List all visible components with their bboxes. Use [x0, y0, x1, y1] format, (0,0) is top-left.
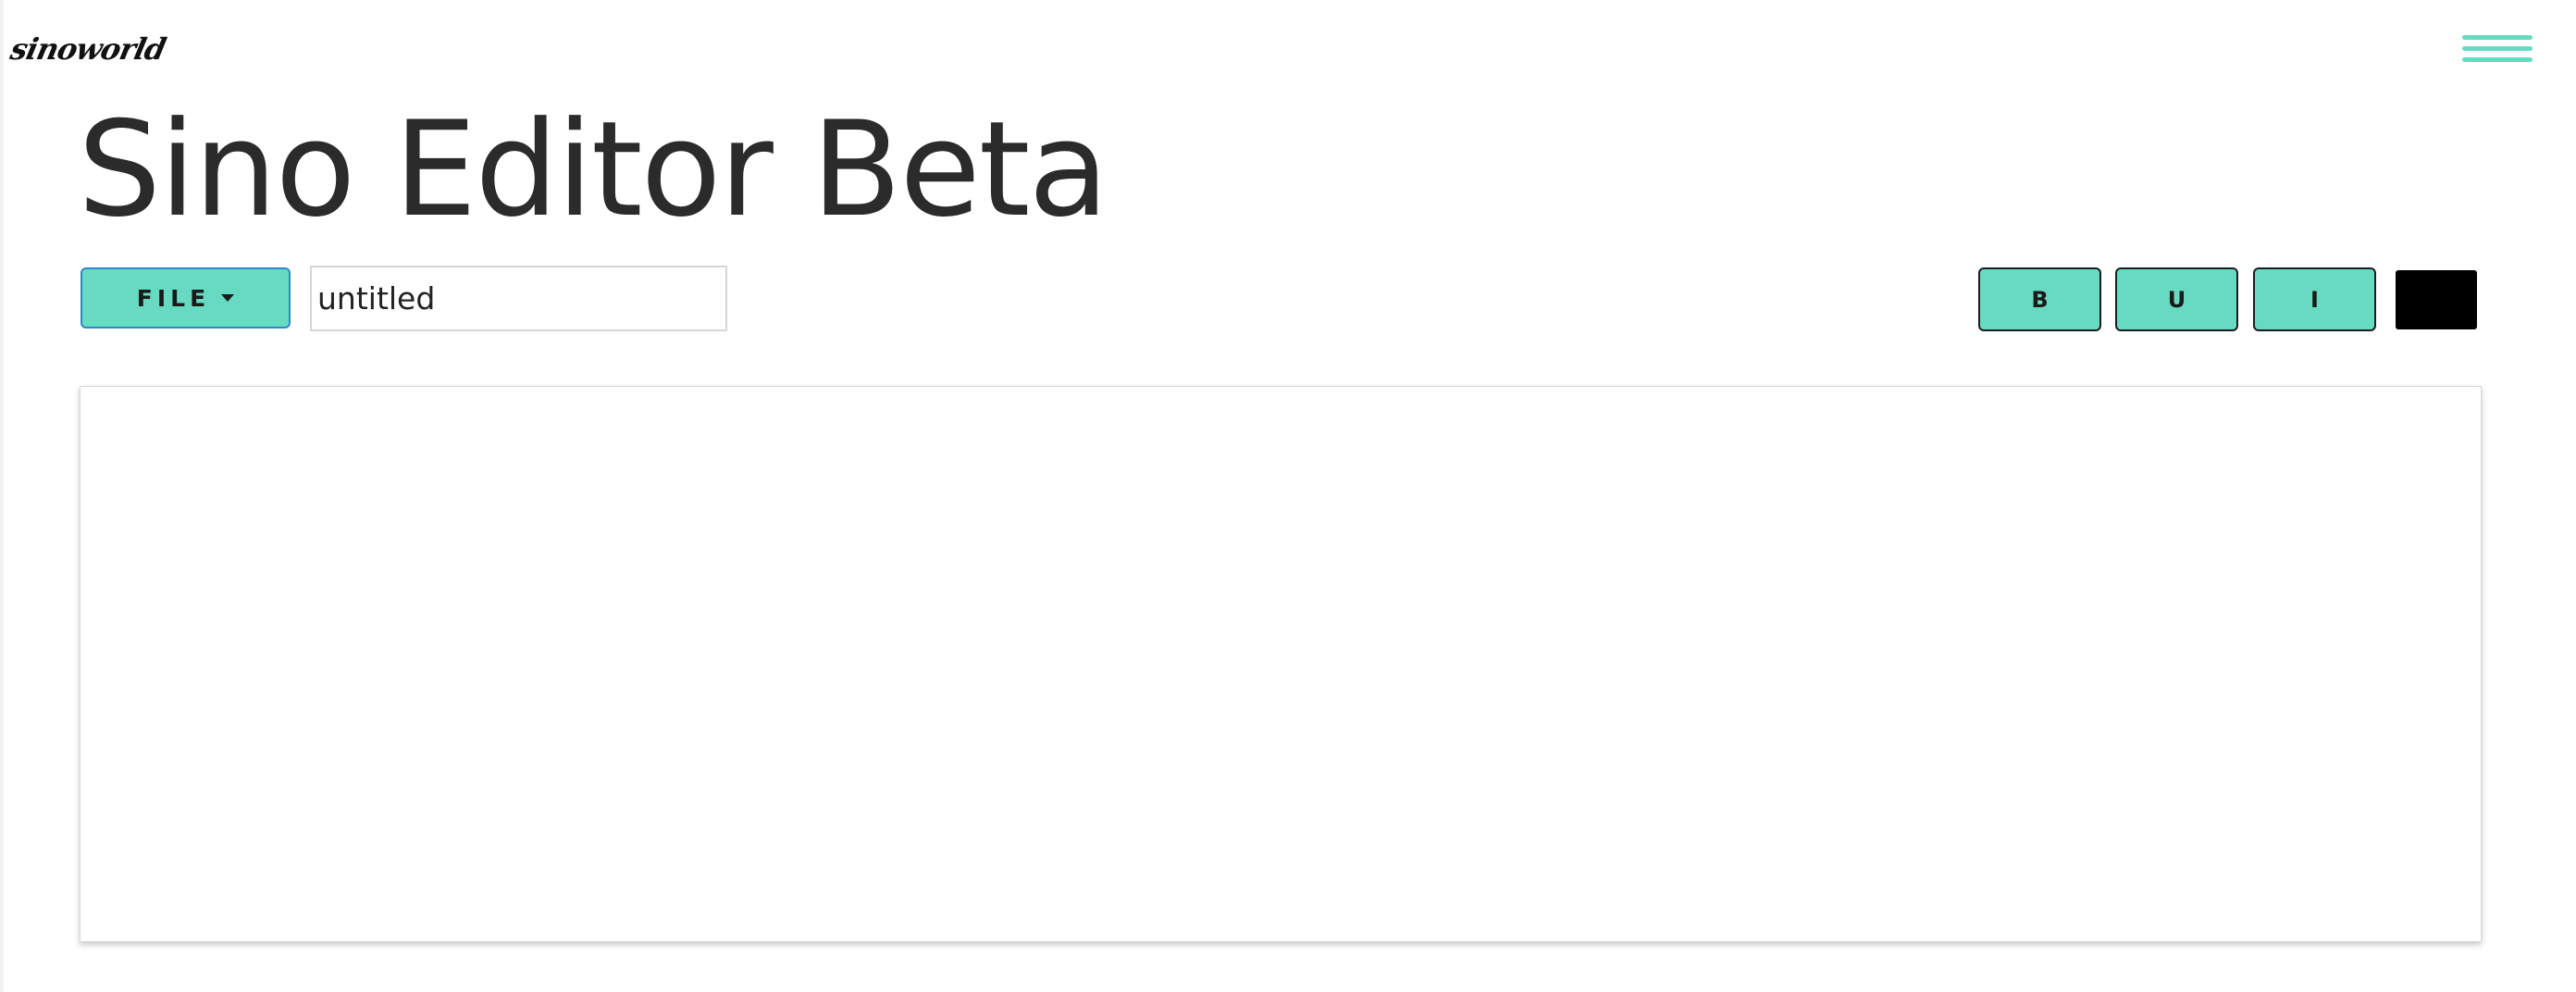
left-edge-divider [0, 0, 4, 992]
file-button-label: FILE [136, 284, 211, 312]
logo[interactable]: sinoworld [7, 31, 168, 67]
page-title: Sino Editor Beta [78, 93, 1108, 246]
italic-button[interactable]: I [2253, 267, 2376, 331]
filename-input[interactable] [310, 266, 727, 331]
menu-bar-middle [2462, 46, 2533, 51]
underline-button[interactable]: U [2115, 267, 2238, 331]
editor-area[interactable] [80, 386, 2482, 942]
menu-bar-bottom [2462, 57, 2533, 62]
caret-down-icon [221, 294, 235, 302]
page: sinoworld Sino Editor Beta FILE B U I [0, 0, 2576, 992]
file-menu-button[interactable]: FILE [80, 267, 291, 329]
bold-button[interactable]: B [1978, 267, 2101, 331]
menu-bar-top [2462, 35, 2533, 40]
hamburger-menu-icon[interactable] [2462, 35, 2533, 70]
text-color-swatch[interactable] [2396, 270, 2477, 329]
